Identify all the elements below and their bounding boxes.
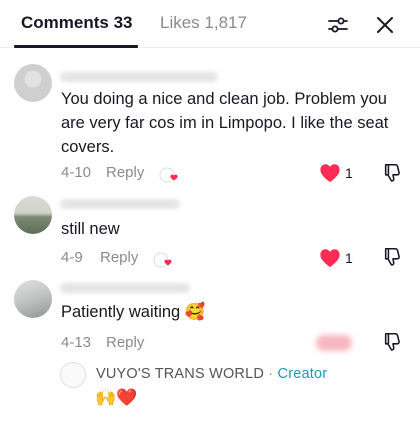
avatar[interactable]	[14, 280, 52, 318]
username-redacted	[60, 72, 218, 82]
comment-date: 4-9	[61, 249, 83, 266]
comment-text: You doing a nice and clean job. Problem …	[61, 90, 389, 156]
active-tab-indicator	[14, 45, 138, 48]
like-count: 1	[345, 165, 353, 181]
comment-text: still new	[61, 220, 120, 238]
comments-header: Comments 33 Likes 1,817	[0, 0, 420, 48]
close-icon[interactable]	[373, 13, 397, 37]
tab-comments[interactable]: Comments 33	[21, 13, 132, 33]
thumb-down-icon[interactable]	[382, 162, 404, 184]
creator-liked-icon	[153, 252, 172, 268]
reply-author[interactable]: VUYO'S TRANS WORLD	[96, 366, 264, 382]
reply-button[interactable]: Reply	[106, 164, 144, 181]
like-redacted[interactable]	[316, 335, 352, 351]
heart-icon[interactable]	[319, 247, 341, 269]
thumb-down-icon[interactable]	[382, 331, 404, 353]
username-redacted	[60, 199, 180, 209]
reply-button[interactable]: Reply	[106, 334, 144, 351]
creator-badge: Creator	[277, 366, 328, 382]
reply-text: 🙌❤️	[95, 388, 138, 407]
username-redacted	[60, 283, 190, 293]
heart-icon[interactable]	[319, 162, 341, 184]
comment-date: 4-13	[61, 334, 92, 351]
like-count: 1	[345, 250, 353, 266]
comment-text: Patiently waiting 🥰	[61, 303, 206, 321]
tab-likes[interactable]: Likes 1,817	[160, 13, 247, 33]
reply-author-line: VUYO'S TRANS WORLD · Creator	[96, 366, 327, 382]
thumb-down-icon[interactable]	[382, 246, 404, 268]
creator-liked-icon	[159, 167, 178, 183]
creator-avatar[interactable]	[60, 362, 86, 388]
avatar[interactable]	[14, 64, 52, 102]
separator: ·	[268, 366, 274, 382]
avatar[interactable]	[14, 196, 52, 234]
reply-button[interactable]: Reply	[100, 249, 138, 266]
sliders-icon[interactable]	[326, 13, 350, 37]
comment-date: 4-10	[61, 164, 92, 181]
